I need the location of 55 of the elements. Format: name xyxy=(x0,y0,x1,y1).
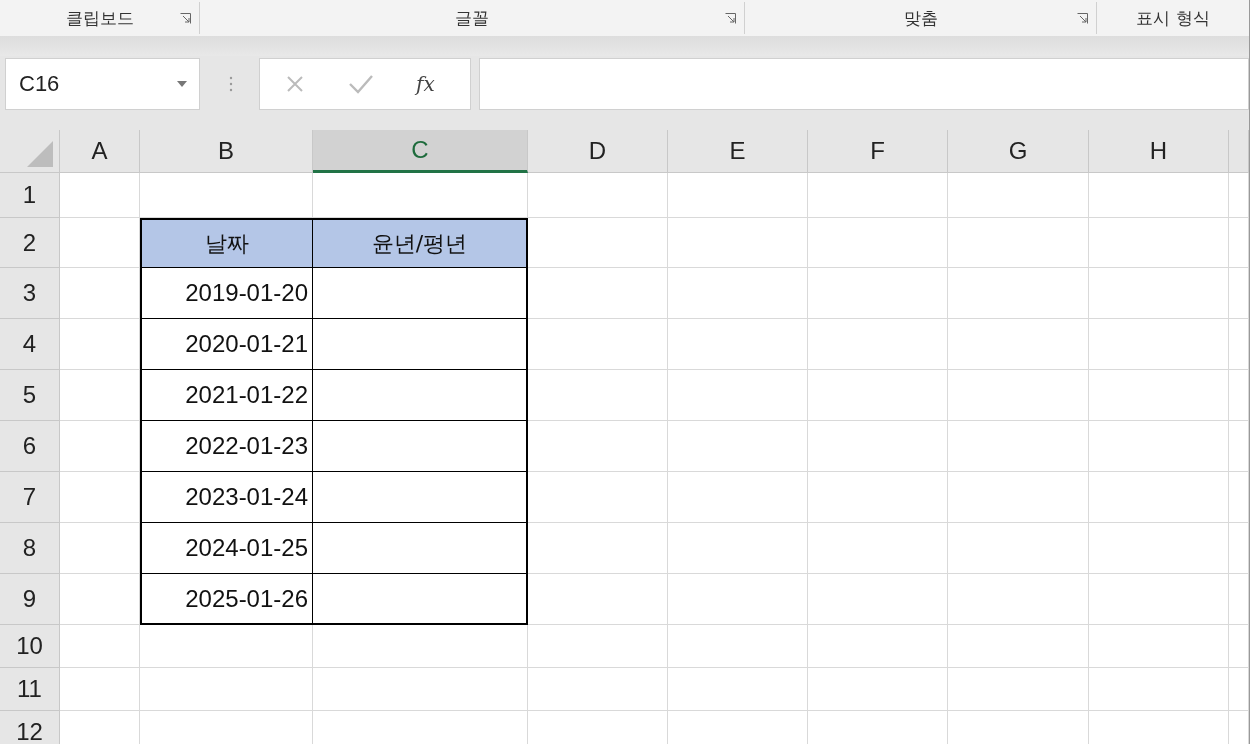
row-header[interactable]: 2 xyxy=(0,218,60,268)
table-cell: 2024-01-25 xyxy=(140,523,313,574)
column-header[interactable]: D xyxy=(528,130,668,173)
sheet-cell xyxy=(1229,319,1249,370)
row-header[interactable]: 6 xyxy=(0,421,60,472)
table-header-cell: 윤년/평년 xyxy=(313,218,528,268)
dialog-launcher-icon[interactable] xyxy=(725,13,736,24)
column-header[interactable]: E xyxy=(668,130,808,173)
dropdown-caret-icon[interactable] xyxy=(177,81,187,87)
group-label: 맞춤 xyxy=(903,6,938,30)
column-header[interactable]: A xyxy=(60,130,140,173)
table-cell: 2023-01-24 xyxy=(140,472,313,523)
group-label: 글꼴 xyxy=(455,6,489,30)
column-header[interactable]: F xyxy=(808,130,948,173)
sheet-cell xyxy=(1229,173,1249,218)
row-header[interactable]: 11 xyxy=(0,668,60,711)
row-header[interactable]: 5 xyxy=(0,370,60,421)
dialog-launcher-icon[interactable] xyxy=(180,13,191,24)
sheet-cell xyxy=(1229,218,1249,268)
sheet-cell xyxy=(1229,370,1249,421)
formula-input[interactable] xyxy=(479,58,1249,110)
name-box[interactable]: C16 xyxy=(5,58,200,110)
row-header[interactable]: 1 xyxy=(0,173,60,218)
row-header[interactable]: 8 xyxy=(0,523,60,574)
column-header[interactable] xyxy=(1229,130,1249,173)
table-cell: 2022-01-23 xyxy=(140,421,313,472)
insert-function-button[interactable]: fx xyxy=(416,72,435,96)
group-label: 표시 형식 xyxy=(1136,6,1210,30)
table-cell: 2021-01-22 xyxy=(140,370,313,421)
dialog-launcher-icon[interactable] xyxy=(1077,13,1088,24)
select-all-icon[interactable] xyxy=(27,141,53,167)
table-cell: 2020-01-21 xyxy=(140,319,313,370)
row-header[interactable]: 4 xyxy=(0,319,60,370)
sheet-cell xyxy=(1229,421,1249,472)
sheet-cell xyxy=(1229,472,1249,523)
row-header[interactable]: 9 xyxy=(0,574,60,625)
sheet-cell xyxy=(1229,574,1249,625)
table-cell: 2025-01-26 xyxy=(140,574,313,625)
column-header[interactable]: G xyxy=(948,130,1089,173)
sheet-cell xyxy=(1229,668,1249,711)
column-header[interactable]: C xyxy=(313,130,528,173)
row-header[interactable]: 10 xyxy=(0,625,60,668)
row-header[interactable]: 12 xyxy=(0,711,60,744)
row-header[interactable]: 3 xyxy=(0,268,60,319)
sheet-cell xyxy=(1229,625,1249,668)
column-header[interactable]: B xyxy=(140,130,313,173)
column-header[interactable]: H xyxy=(1089,130,1229,173)
group-label: 클립보드 xyxy=(65,6,134,30)
table-header-cell: 날짜 xyxy=(140,218,313,268)
row-header[interactable]: 7 xyxy=(0,472,60,523)
check-icon[interactable] xyxy=(348,73,374,95)
sheet-cell xyxy=(1229,268,1249,319)
grip-icon xyxy=(229,75,233,93)
sheet-cell xyxy=(1229,523,1249,574)
table-cell: 2019-01-20 xyxy=(140,268,313,319)
